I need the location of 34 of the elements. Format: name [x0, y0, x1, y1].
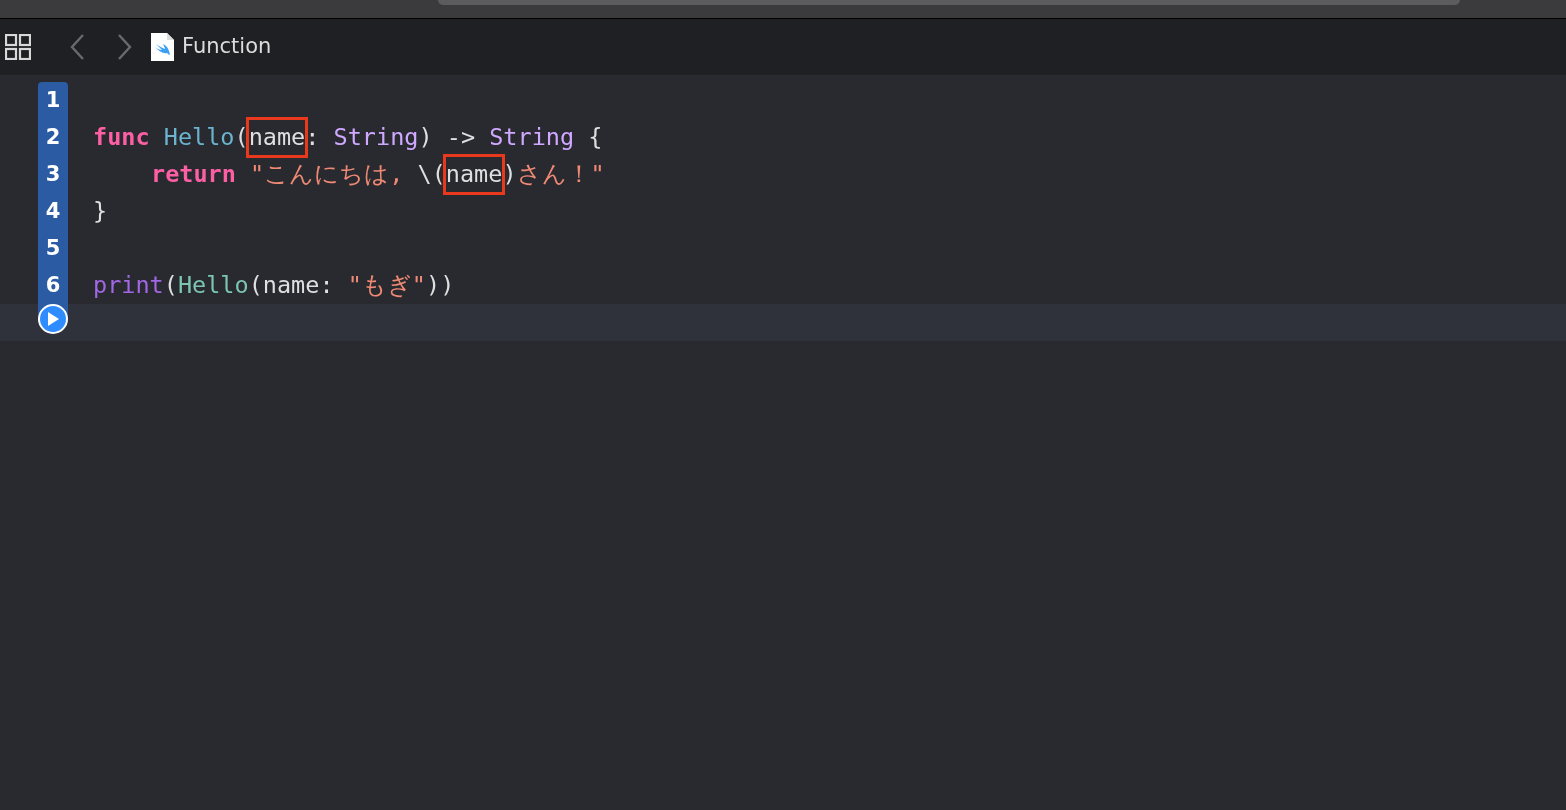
- line-number: 6: [38, 267, 68, 304]
- code-token: return: [151, 158, 237, 190]
- code-token: )): [426, 269, 455, 301]
- code-token: }: [93, 195, 108, 227]
- code-token: String: [333, 121, 419, 153]
- code-token: {: [587, 121, 603, 153]
- code-token: func: [93, 121, 151, 153]
- code-token: Hello: [177, 269, 249, 301]
- code-token: (: [234, 121, 249, 153]
- scroll-handle[interactable]: [438, 0, 1460, 5]
- code-token: ): [502, 158, 517, 190]
- line-number: 4: [38, 193, 68, 230]
- code-token: "もぎ": [347, 269, 426, 301]
- highlighted-token: name: [248, 119, 306, 156]
- code-token: :: [305, 121, 321, 153]
- line-number: 3: [38, 156, 68, 193]
- line-number: 2: [38, 119, 68, 156]
- play-icon: [47, 312, 59, 326]
- code-token: ) ->: [418, 121, 477, 153]
- file-title: Function: [182, 33, 272, 61]
- code-token: print: [93, 269, 164, 301]
- code-token: Hello: [163, 121, 235, 153]
- code-token: \(: [417, 158, 446, 190]
- code-token: "こんにちは,: [250, 158, 405, 190]
- highlighted-token: name: [445, 156, 503, 193]
- code-token: さん！": [516, 158, 605, 190]
- grid-icon[interactable]: [5, 34, 31, 60]
- line-number: 5: [38, 230, 68, 267]
- code-token: (: [163, 269, 178, 301]
- code-token: String: [489, 121, 575, 153]
- swift-file-icon: [151, 33, 174, 61]
- run-button[interactable]: [38, 304, 68, 334]
- line-number: 1: [38, 82, 68, 119]
- code-token: (name:: [248, 269, 335, 301]
